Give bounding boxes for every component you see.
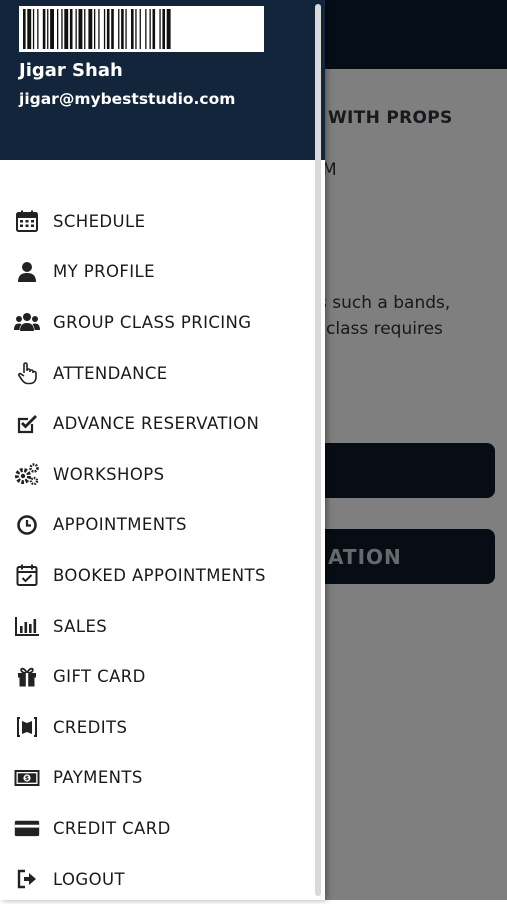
drawer-header: Jigar Shah jigar@mybeststudio.com	[0, 0, 325, 160]
navigation-drawer: Jigar Shah jigar@mybeststudio.com SCHEDU…	[0, 0, 325, 900]
logout-icon	[14, 866, 40, 892]
menu-item-label: ADVANCE RESERVATION	[53, 414, 260, 434]
menu-item-label: SALES	[53, 616, 108, 636]
menu-item-schedule[interactable]: SCHEDULE	[0, 196, 314, 247]
member-barcode	[19, 6, 264, 52]
group-icon	[14, 309, 40, 335]
money-bill-icon: $	[14, 765, 40, 791]
credit-card-icon	[14, 815, 40, 841]
drawer-menu: SCHEDULE MY PROFILE GROUP CLASS PRICING …	[0, 196, 314, 904]
menu-item-my-profile[interactable]: MY PROFILE	[0, 247, 314, 298]
menu-item-label: WORKSHOPS	[53, 464, 165, 484]
menu-item-label: ATTENDANCE	[53, 363, 168, 383]
menu-item-appointments[interactable]: APPOINTMENTS	[0, 500, 314, 551]
menu-item-label: GROUP CLASS PRICING	[53, 312, 252, 332]
menu-item-credit-card[interactable]: CREDIT CARD	[0, 803, 314, 854]
menu-item-gift-card[interactable]: GIFT CARD	[0, 651, 314, 702]
menu-item-booked-appointments[interactable]: BOOKED APPOINTMENTS	[0, 550, 314, 601]
menu-item-label: MY PROFILE	[53, 262, 155, 282]
gift-icon	[14, 664, 40, 690]
credits-icon	[14, 714, 40, 740]
drawer-scrollbar[interactable]	[315, 4, 321, 896]
menu-item-payments[interactable]: $ PAYMENTS	[0, 753, 314, 804]
menu-item-attendance[interactable]: ATTENDANCE	[0, 348, 314, 399]
svg-text:$: $	[25, 775, 29, 782]
menu-item-group-class-pricing[interactable]: GROUP CLASS PRICING	[0, 297, 314, 348]
menu-item-label: CREDITS	[53, 717, 128, 737]
checkbox-icon	[14, 411, 40, 437]
menu-item-sales[interactable]: SALES	[0, 601, 314, 652]
menu-item-advance-reservation[interactable]: ADVANCE RESERVATION	[0, 398, 314, 449]
menu-item-label: APPOINTMENTS	[53, 515, 187, 535]
bar-chart-icon	[14, 613, 40, 639]
menu-item-logout[interactable]: LOGOUT	[0, 854, 314, 904]
menu-item-label: SCHEDULE	[53, 211, 146, 231]
calendar-icon	[14, 208, 40, 234]
menu-item-label: GIFT CARD	[53, 667, 146, 687]
menu-item-workshops[interactable]: WORKSHOPS	[0, 449, 314, 500]
calendar-check-icon	[14, 562, 40, 588]
menu-item-credits[interactable]: CREDITS	[0, 702, 314, 753]
user-email: jigar@mybeststudio.com	[19, 90, 236, 108]
menu-item-label: PAYMENTS	[53, 768, 143, 788]
menu-item-label: BOOKED APPOINTMENTS	[53, 565, 266, 585]
menu-item-label: LOGOUT	[53, 869, 125, 889]
gears-icon	[14, 461, 40, 487]
user-icon	[14, 259, 40, 285]
clock-icon	[14, 512, 40, 538]
user-name: Jigar Shah	[19, 60, 123, 81]
menu-item-label: CREDIT CARD	[53, 818, 171, 838]
hand-pointer-icon	[14, 360, 40, 386]
